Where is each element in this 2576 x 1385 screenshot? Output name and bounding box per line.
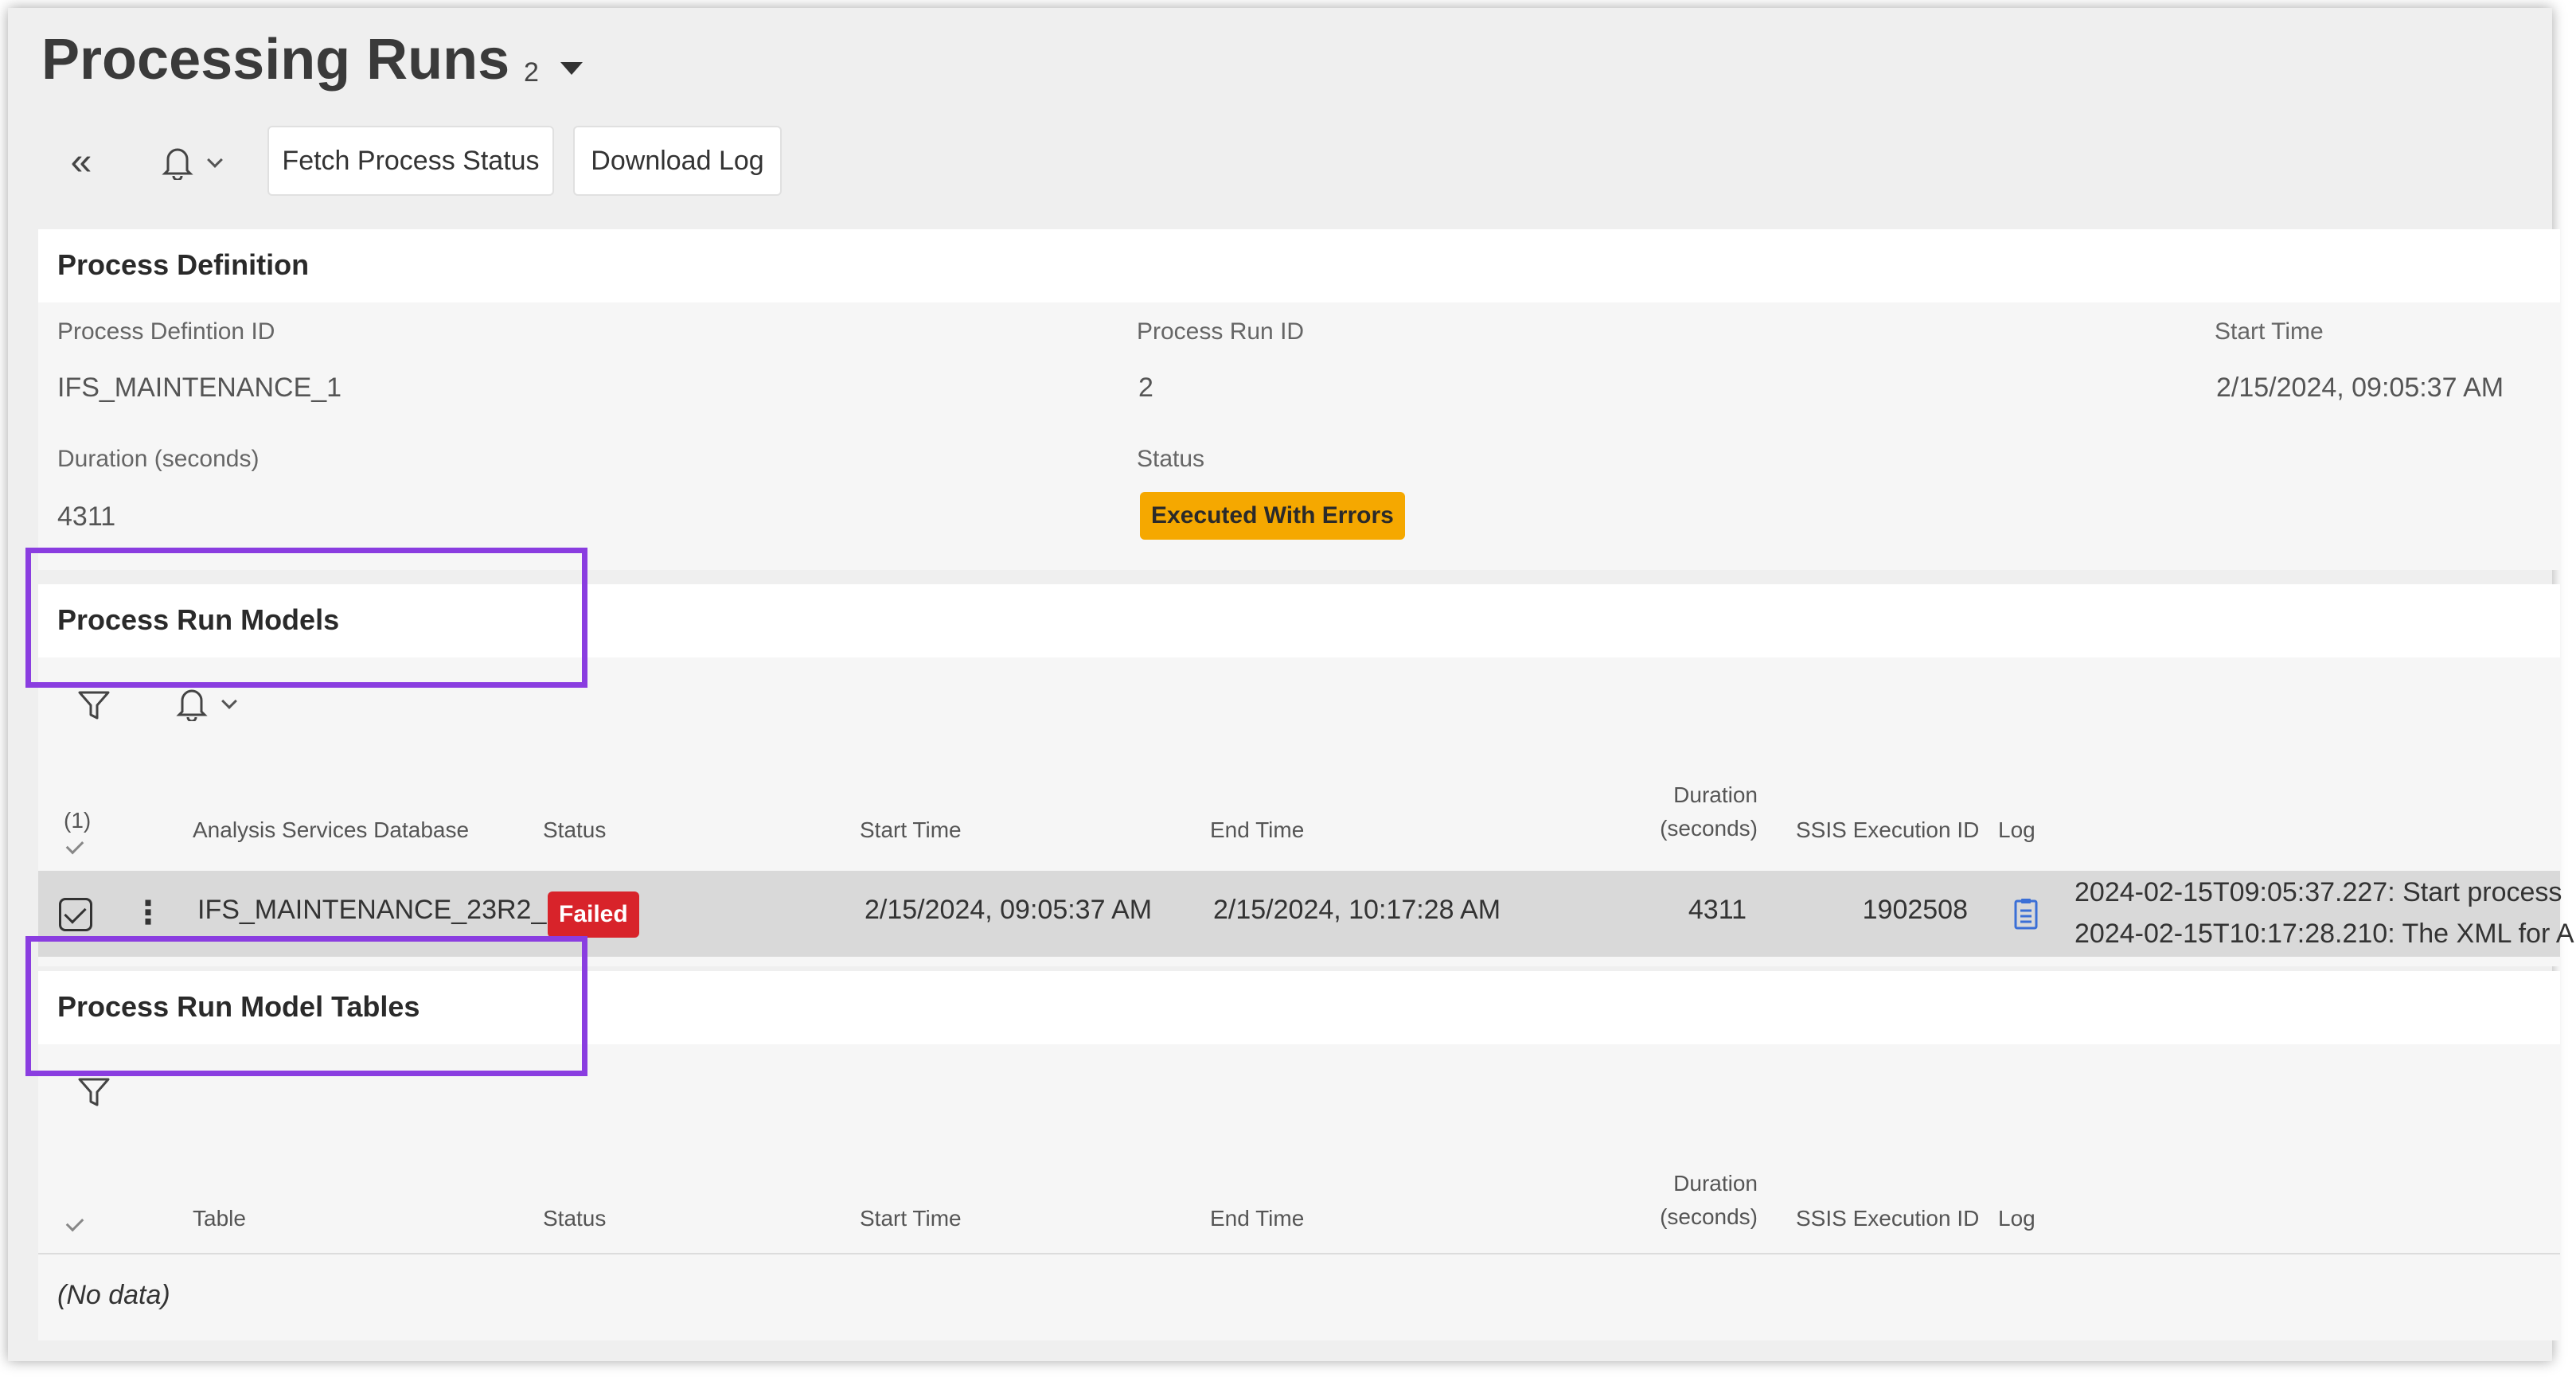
cell-ssis-id: 1902508 xyxy=(1862,895,1968,925)
section-title-process-definition: Process Definition xyxy=(57,248,310,281)
column-header-duration[interactable]: Duration (seconds) xyxy=(1630,1167,1758,1234)
definition-id-label: Process Defintion ID xyxy=(57,318,275,345)
collapse-button[interactable]: « xyxy=(57,140,105,185)
cell-log-line-2: 2024-02-15T10:17:28.210: The XML for A xyxy=(2074,919,2574,949)
duration-label: Duration (seconds) xyxy=(57,446,260,472)
select-all-check-icon[interactable] xyxy=(65,836,84,855)
column-header-database[interactable]: Analysis Services Database xyxy=(193,813,469,847)
cell-log-line-1: 2024-02-15T09:05:37.227: Start process xyxy=(2074,877,2562,907)
column-header-duration-line1: Duration xyxy=(1673,1171,1758,1196)
column-header-log[interactable]: Log xyxy=(1998,1202,2035,1235)
column-header-duration[interactable]: Duration (seconds) xyxy=(1630,778,1758,845)
column-header-table[interactable]: Table xyxy=(193,1202,246,1235)
run-count: 2 xyxy=(524,57,539,88)
cell-end-time: 2/15/2024, 10:17:28 AM xyxy=(1213,895,1501,925)
column-header-start-time[interactable]: Start Time xyxy=(860,813,962,847)
cell-duration: 4311 xyxy=(1688,895,1747,925)
highlight-box-process-run-model-tables xyxy=(25,936,587,1076)
notification-dropdown-button[interactable] xyxy=(143,138,239,186)
filter-button[interactable] xyxy=(72,1070,116,1114)
bell-icon xyxy=(176,689,208,721)
definition-id-value: IFS_MAINTENANCE_1 xyxy=(57,373,342,403)
column-header-ssis-id[interactable]: SSIS Execution ID xyxy=(1796,813,1979,847)
column-header-status[interactable]: Status xyxy=(543,813,606,847)
title-dropdown-caret-icon[interactable] xyxy=(560,62,583,75)
document-icon[interactable] xyxy=(2014,898,2038,934)
selection-count: (1) xyxy=(64,808,92,833)
chevron-down-icon xyxy=(207,152,223,168)
panel-header: Process Definition xyxy=(38,229,2560,302)
column-header-status[interactable]: Status xyxy=(543,1202,606,1235)
double-chevron-left-icon: « xyxy=(70,141,92,183)
page-title: Processing Runs xyxy=(41,28,510,92)
duration-value: 4311 xyxy=(57,501,116,532)
chevron-down-icon xyxy=(221,693,237,709)
select-all-check-icon[interactable] xyxy=(65,1213,84,1232)
start-time-label: Start Time xyxy=(2215,318,2324,345)
column-header-ssis-id[interactable]: SSIS Execution ID xyxy=(1796,1202,1979,1235)
filter-icon xyxy=(78,691,110,720)
cell-database: IFS_MAINTENANCE_23R2_ xyxy=(197,895,547,925)
filter-button[interactable] xyxy=(72,683,116,728)
status-badge-failed: Failed xyxy=(548,891,639,938)
column-header-duration-line1: Duration xyxy=(1673,782,1758,807)
fetch-process-status-button[interactable]: Fetch Process Status xyxy=(267,126,554,196)
cell-start-time: 2/15/2024, 09:05:37 AM xyxy=(865,895,1153,925)
download-log-button[interactable]: Download Log xyxy=(573,126,782,196)
row-checkbox[interactable] xyxy=(59,898,92,931)
highlight-box-process-run-models xyxy=(25,548,587,688)
column-header-end-time[interactable]: End Time xyxy=(1210,1202,1304,1235)
start-time-value: 2/15/2024, 09:05:37 AM xyxy=(2216,373,2504,403)
app-window: Processing Runs 2 « Fetch Process Status… xyxy=(8,8,2574,1361)
bell-icon xyxy=(162,148,193,180)
divider xyxy=(38,1253,2560,1254)
status-label: Status xyxy=(1137,446,1205,472)
filter-icon xyxy=(78,1078,110,1106)
column-header-start-time[interactable]: Start Time xyxy=(860,1202,962,1235)
run-id-value: 2 xyxy=(1138,373,1153,403)
column-header-duration-line2: (seconds) xyxy=(1660,1204,1758,1229)
kebab-menu-icon[interactable]: ⋮ xyxy=(132,895,164,931)
run-id-label: Process Run ID xyxy=(1137,318,1305,345)
column-header-log[interactable]: Log xyxy=(1998,813,2035,847)
status-badge: Executed With Errors xyxy=(1140,492,1405,540)
column-header-duration-line2: (seconds) xyxy=(1660,816,1758,841)
process-definition-panel: Process Definition Process Defintion ID … xyxy=(38,229,2560,570)
column-header-end-time[interactable]: End Time xyxy=(1210,813,1304,847)
empty-state-text: (No data) xyxy=(57,1280,170,1310)
